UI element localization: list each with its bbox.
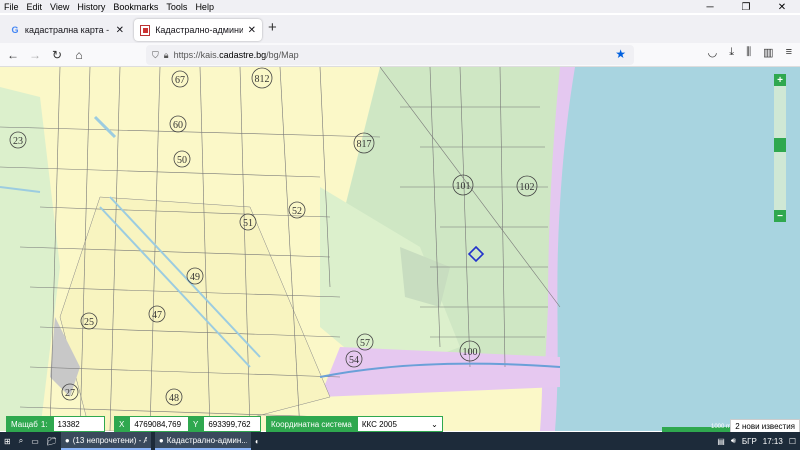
edge-icon[interactable]: ◐ (251, 432, 264, 450)
cadastral-map[interactable]: 67 812 60 23 50 817 101 102 51 52 49 47 … (0, 67, 800, 431)
toolbar-icons: ◡ ⤓ ⫼ ▥ ≡ (708, 46, 792, 59)
close-window-button[interactable]: ✕ (764, 0, 800, 15)
parcel-label: 817 (357, 139, 372, 150)
tab-cadastre[interactable]: Кадастрално-административн... ✕ (134, 19, 262, 41)
notifications-badge[interactable]: 2 нови известия (730, 419, 800, 433)
parcel-label: 812 (255, 74, 270, 85)
shield-icon[interactable]: ⛉ (152, 50, 159, 61)
parcel-label: 50 (177, 155, 187, 166)
firefox-icon: ● (158, 435, 164, 445)
tab-google[interactable]: G кадастрална карта - Google Тъ... ✕ (4, 19, 130, 41)
zoom-out-button[interactable]: − (774, 210, 786, 222)
window-controls: ─ ❐ ✕ (692, 0, 800, 15)
parcel-label: 102 (520, 182, 535, 193)
menu-help[interactable]: Help (191, 2, 218, 12)
menu-file[interactable]: File (0, 2, 23, 12)
parcel-label: 101 (456, 181, 471, 192)
y-label: Y (188, 416, 204, 432)
clock[interactable]: 17:13 (763, 437, 783, 446)
parcel-label: 57 (360, 338, 370, 349)
cadastre-icon (140, 24, 151, 36)
parcel-label: 48 (169, 393, 179, 404)
zoom-slider[interactable]: + − (774, 74, 786, 222)
x-coordinate-value: 4769084,769 (129, 416, 190, 432)
zoom-in-button[interactable]: + (774, 74, 786, 86)
coordinate-system-label: Координатна система (266, 416, 357, 432)
notification-center-icon[interactable]: ☐ (789, 437, 796, 446)
url-text: https://kais.cadastre.bg/bg/Map (173, 50, 299, 60)
parcel-label: 49 (190, 272, 200, 283)
coordinate-system-field: Координатна система ККС 2005 ⌄ (266, 416, 443, 432)
bookmark-star-icon[interactable]: ★ (615, 47, 626, 61)
download-icon[interactable]: ⤓ (729, 46, 734, 59)
parcel-label: 67 (175, 75, 185, 86)
y-field: Y 693399,762 (188, 416, 262, 432)
parcel-label: 51 (243, 218, 253, 229)
reload-icon[interactable]: ↻ (48, 46, 66, 64)
back-icon[interactable]: ← (4, 46, 22, 64)
parcel-label: 23 (13, 136, 23, 147)
taskbar-app-firefox-2[interactable]: ● Кадастрално-админ... (154, 432, 251, 450)
y-coordinate-value: 693399,762 (203, 416, 262, 432)
volume-icon[interactable]: 🔊︎ (731, 436, 736, 446)
parcel-label: 100 (463, 347, 478, 358)
close-icon[interactable]: ✕ (248, 25, 256, 36)
task-view-icon[interactable]: ▭ (27, 432, 43, 450)
home-icon[interactable]: ⌂ (70, 46, 88, 64)
explorer-icon[interactable]: 📁︎ (43, 432, 61, 450)
parcel-label: 54 (349, 355, 359, 366)
scale-bar-label: 1000 m (711, 424, 732, 430)
pocket-icon[interactable]: ◡ (708, 46, 718, 59)
network-icon[interactable]: ▤ (717, 437, 725, 446)
menu-bar: File Edit View History Bookmarks Tools H… (0, 0, 800, 13)
scale-field: Мащаб 1: 13382 (6, 416, 105, 432)
coordinate-system-select[interactable]: ККС 2005 ⌄ (356, 416, 443, 432)
google-icon: G (11, 25, 19, 35)
menu-bookmarks[interactable]: Bookmarks (109, 2, 162, 12)
taskbar: ⊞ ⌕ ▭ 📁︎ ●(13 непрочетени) - A... ●Кадас… (0, 432, 800, 450)
menu-view[interactable]: View (46, 2, 73, 12)
tab-bar: G кадастрална карта - Google Тъ... ✕ Кад… (0, 15, 800, 43)
menu-edit[interactable]: Edit (23, 2, 47, 12)
minimize-button[interactable]: ─ (692, 0, 728, 15)
menu-tools[interactable]: Tools (162, 2, 191, 12)
library-icon[interactable]: ⫼ (746, 46, 751, 59)
windows-start-icon[interactable]: ⊞ (0, 432, 15, 450)
x-field: X 4769084,769 (114, 416, 190, 432)
system-tray: ▤ 🔊︎ БГР 17:13 ☐ (717, 432, 796, 450)
tab-label: кадастрална карта - Google Тъ... (24, 25, 111, 35)
nav-bar: ← → ↻ ⌂ ⛉ 🔒︎ https://kais.cadastre.bg/bg… (0, 43, 800, 67)
menu-history[interactable]: History (73, 2, 109, 12)
tab-label: Кадастрално-административн... (155, 25, 243, 35)
parcel-label: 47 (152, 310, 162, 321)
parcel-label: 52 (292, 206, 302, 217)
url-bar[interactable]: ⛉ 🔒︎ https://kais.cadastre.bg/bg/Map ★ (146, 45, 634, 65)
scale-label: Мащаб (11, 419, 38, 429)
maximize-button[interactable]: ❐ (728, 0, 764, 15)
zoom-slider-thumb[interactable] (774, 138, 786, 152)
parcel-label: 27 (65, 388, 75, 399)
language-indicator[interactable]: БГР (742, 437, 757, 446)
firefox-icon: ● (64, 435, 70, 445)
x-label: X (114, 416, 130, 432)
parcel-label: 60 (173, 120, 183, 131)
search-icon[interactable]: ⌕ (15, 432, 27, 450)
taskbar-app-firefox[interactable]: ●(13 непрочетени) - A... (60, 432, 151, 450)
parcel-label: 25 (84, 317, 94, 328)
forward-icon[interactable]: → (26, 46, 44, 64)
menu-icon[interactable]: ≡ (786, 46, 792, 59)
scale-prefix: 1: (40, 419, 48, 429)
lock-icon[interactable]: 🔒︎ (164, 50, 169, 61)
sidebar-icon[interactable]: ▥ (763, 46, 773, 59)
chevron-down-icon: ⌄ (431, 419, 438, 429)
close-icon[interactable]: ✕ (116, 25, 124, 36)
scale-input[interactable]: 13382 (52, 416, 105, 432)
new-tab-button[interactable]: + (268, 19, 277, 36)
map-canvas: 67 812 60 23 50 817 101 102 51 52 49 47 … (0, 67, 800, 431)
